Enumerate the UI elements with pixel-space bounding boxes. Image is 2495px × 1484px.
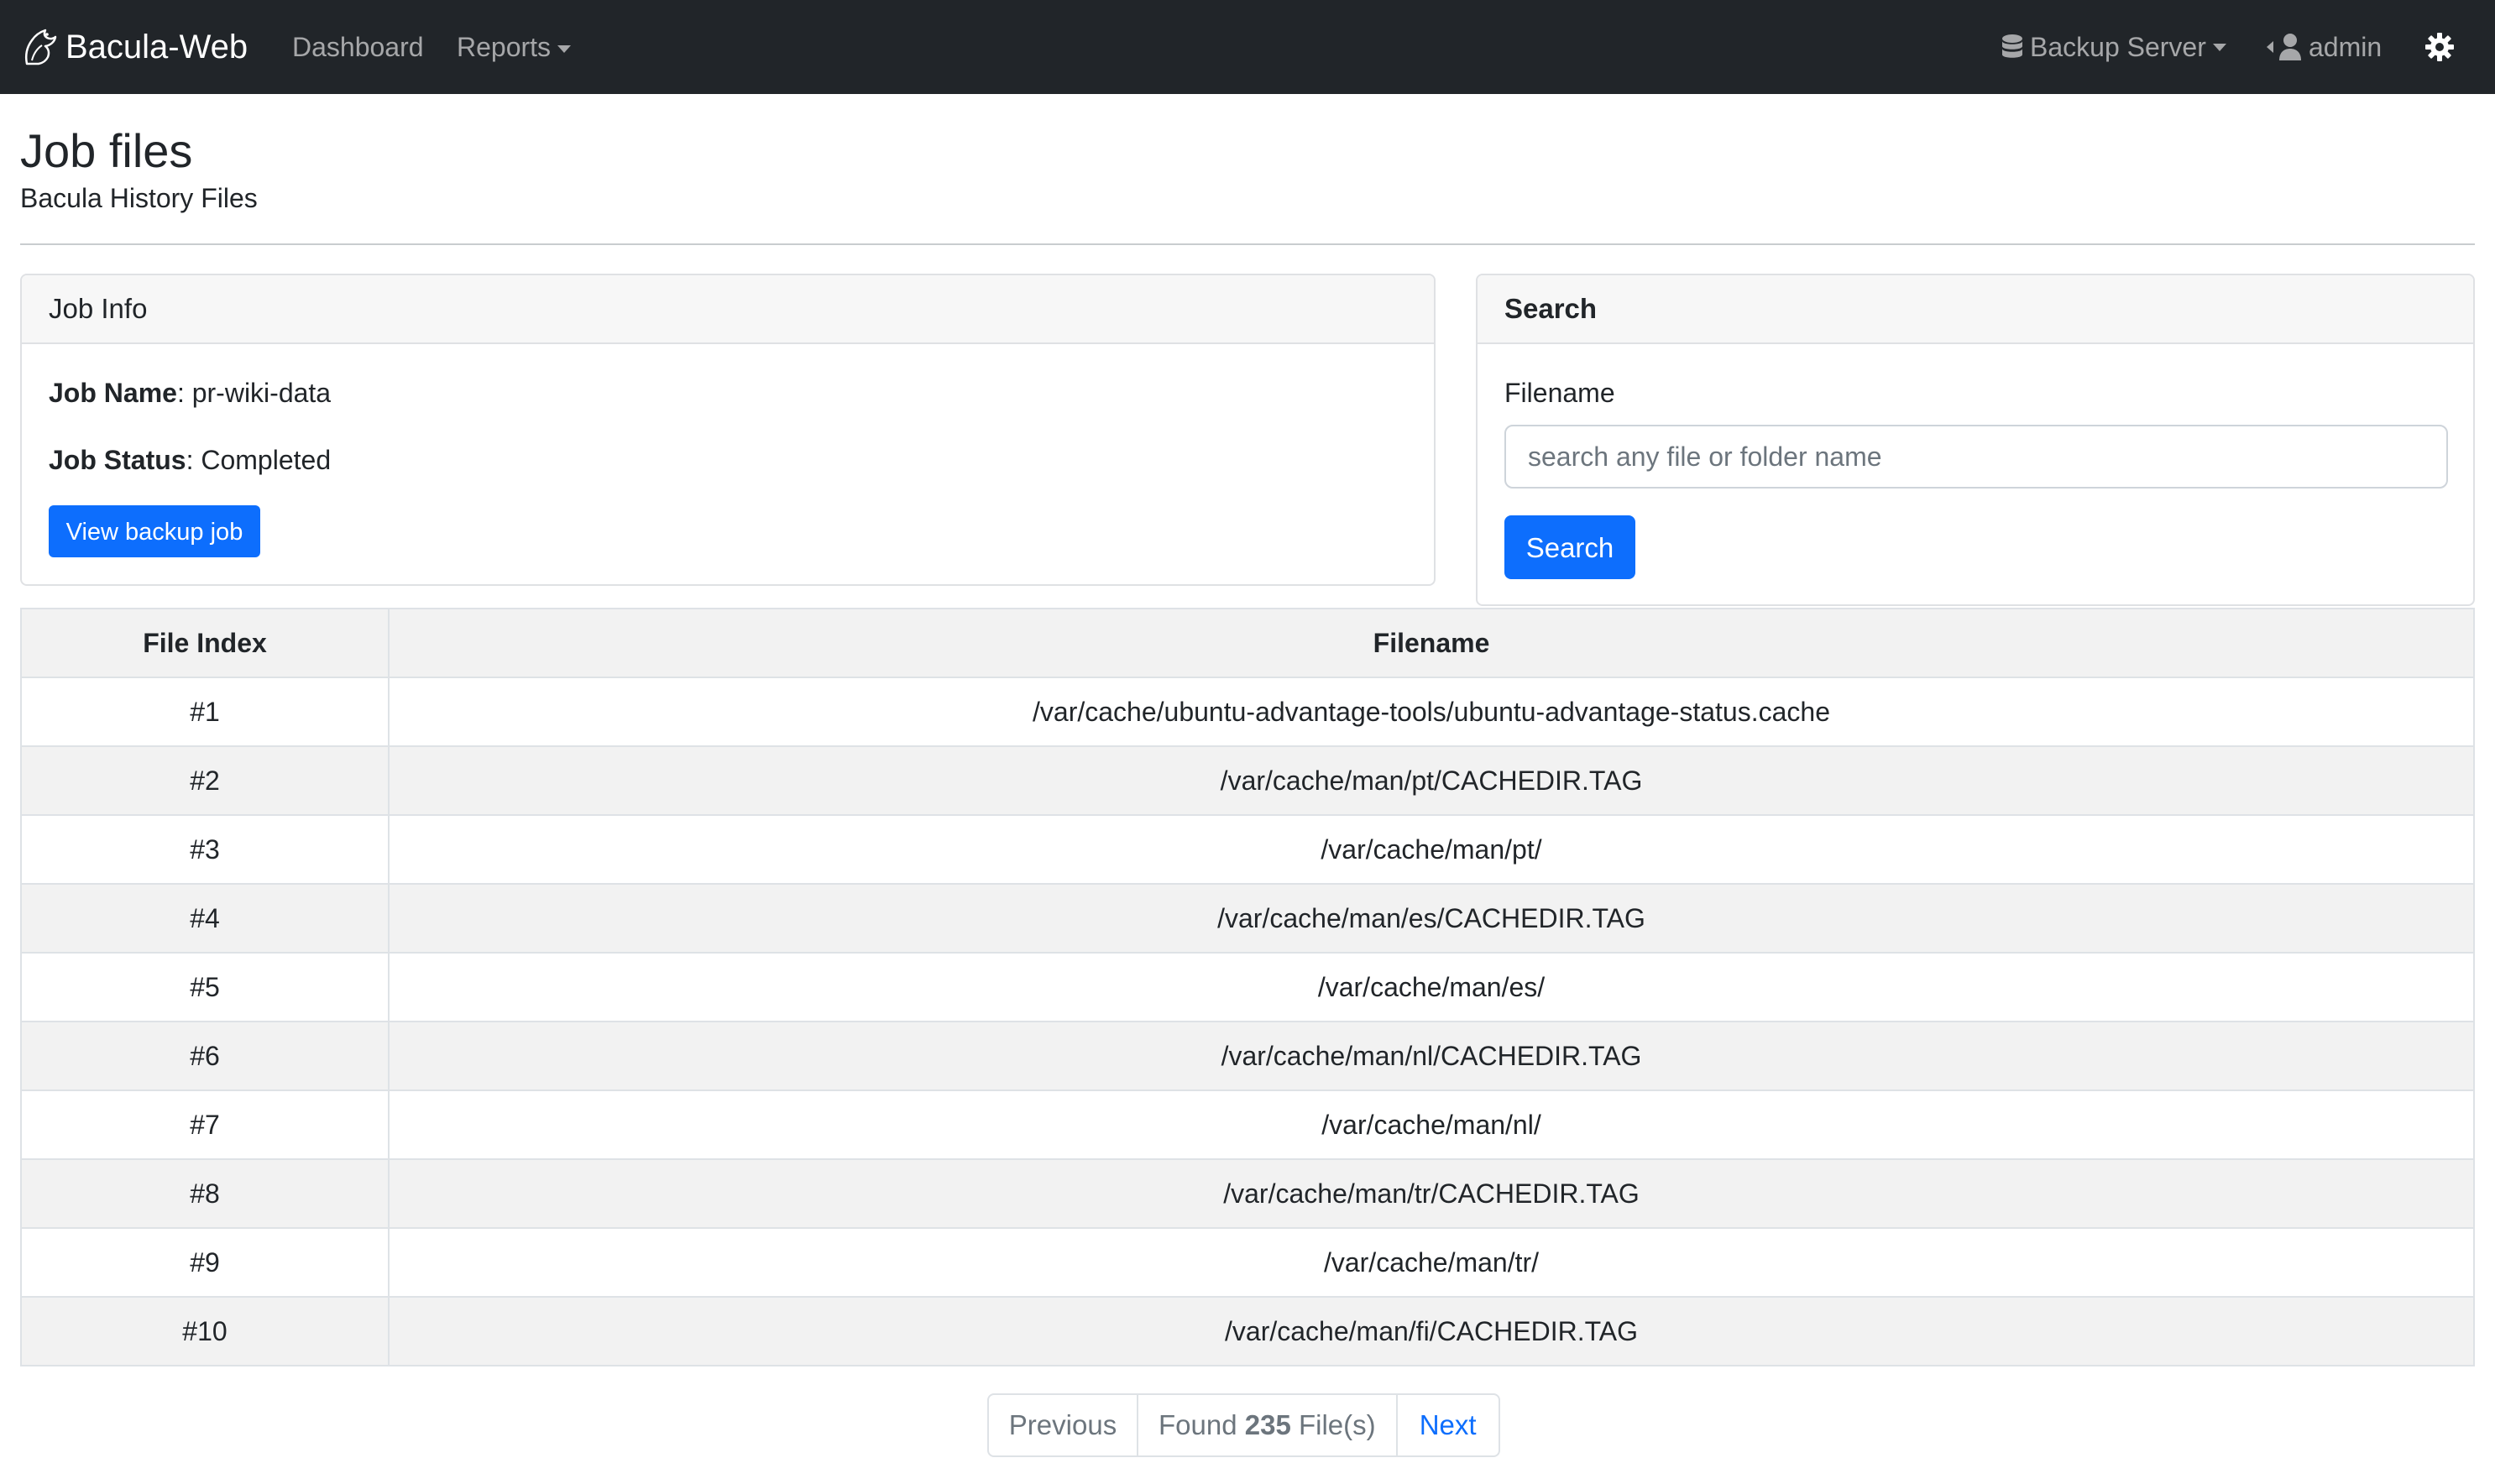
table-row: #9/var/cache/man/tr/: [20, 1227, 2475, 1298]
found-suffix: File(s): [1298, 1409, 1376, 1440]
column-header-filename: Filename: [388, 608, 2475, 678]
filename-cell: /var/cache/man/es/CACHEDIR.TAG: [388, 883, 2475, 954]
filename-label: Filename: [1504, 378, 1615, 408]
brand-link[interactable]: Bacula-Web: [20, 20, 248, 74]
file-index-cell: #2: [20, 745, 390, 816]
table-row: #5/var/cache/man/es/: [20, 952, 2475, 1022]
job-info-card: Job Info Job Name: pr-wiki-data Job Stat…: [20, 274, 1436, 586]
job-name-value: pr-wiki-data: [191, 378, 332, 408]
gear-icon[interactable]: [2424, 32, 2455, 62]
view-backup-job-button[interactable]: View backup job: [49, 505, 260, 557]
table-row: #2/var/cache/man/pt/CACHEDIR.TAG: [20, 745, 2475, 816]
user-icon: [2279, 34, 2301, 60]
previous-page-button[interactable]: Previous: [989, 1395, 1138, 1455]
nav-reports-label: Reports: [457, 32, 552, 62]
table-row: #3/var/cache/man/pt/: [20, 814, 2475, 885]
brand-name: Bacula-Web: [65, 28, 248, 65]
table-row: #4/var/cache/man/es/CACHEDIR.TAG: [20, 883, 2475, 954]
search-card: Search Filename Search: [1476, 274, 2475, 606]
file-index-cell: #3: [20, 814, 390, 885]
job-info-header: Job Info: [22, 275, 1434, 344]
pagination: Previous Found 235 File(s) Next: [987, 1393, 1500, 1457]
job-name-label: Job Name: [49, 378, 177, 408]
table-row: #8/var/cache/man/tr/CACHEDIR.TAG: [20, 1158, 2475, 1229]
database-icon: [2002, 34, 2022, 58]
files-table: File Index Filename #1/var/cache/ubuntu-…: [20, 608, 2475, 1366]
filename-cell: /var/cache/man/pt/CACHEDIR.TAG: [388, 745, 2475, 816]
filename-cell: /var/cache/man/fi/CACHEDIR.TAG: [388, 1296, 2475, 1366]
job-status-line: Job Status: Completed: [49, 445, 332, 475]
file-index-cell: #4: [20, 883, 390, 954]
job-status-value: Completed: [201, 445, 332, 475]
column-header-file-index: File Index: [20, 608, 390, 678]
chevron-down-icon: [2212, 43, 2226, 51]
table-row: #6/var/cache/man/nl/CACHEDIR.TAG: [20, 1021, 2475, 1091]
filename-cell: /var/cache/ubuntu-advantage-tools/ubuntu…: [388, 677, 2475, 747]
backup-server-label: Backup Server: [2030, 32, 2206, 62]
page-subtitle: Bacula History Files: [20, 183, 258, 213]
job-status-label: Job Status: [49, 445, 186, 475]
file-index-cell: #5: [20, 952, 390, 1022]
user-name: admin: [2309, 32, 2383, 62]
filename-cell: /var/cache/man/nl/: [388, 1089, 2475, 1160]
found-prefix: Found: [1159, 1409, 1237, 1440]
file-index-cell: #9: [20, 1227, 390, 1298]
filename-search-input[interactable]: [1504, 425, 2448, 489]
chevron-left-icon: [2267, 41, 2273, 53]
file-index-cell: #1: [20, 677, 390, 747]
page-title: Job files: [20, 124, 193, 177]
search-button[interactable]: Search: [1504, 515, 1635, 579]
next-page-button[interactable]: Next: [1398, 1395, 1499, 1455]
table-header-row: File Index Filename: [20, 608, 2475, 678]
file-index-cell: #10: [20, 1296, 390, 1366]
chevron-down-icon: [557, 45, 572, 54]
table-row: #1/var/cache/ubuntu-advantage-tools/ubun…: [20, 677, 2475, 747]
found-count-text: Found 235 File(s): [1138, 1395, 1398, 1455]
header-divider: [20, 243, 2475, 245]
table-row: #10/var/cache/man/fi/CACHEDIR.TAG: [20, 1296, 2475, 1366]
search-header: Search: [1478, 275, 2473, 344]
filename-cell: /var/cache/man/tr/CACHEDIR.TAG: [388, 1158, 2475, 1229]
filename-cell: /var/cache/man/nl/CACHEDIR.TAG: [388, 1021, 2475, 1091]
filename-cell: /var/cache/man/es/: [388, 952, 2475, 1022]
job-name-line: Job Name: pr-wiki-data: [49, 378, 332, 408]
nav-reports-dropdown[interactable]: Reports: [457, 25, 572, 69]
filename-cell: /var/cache/man/tr/: [388, 1227, 2475, 1298]
user-menu[interactable]: admin: [2267, 25, 2382, 69]
top-navbar: Bacula-Web Dashboard Reports Backup Serv…: [0, 0, 2495, 94]
found-count: 235: [1244, 1409, 1291, 1440]
file-index-cell: #7: [20, 1089, 390, 1160]
table-row: #7/var/cache/man/nl/: [20, 1089, 2475, 1160]
bacula-logo-icon: [25, 29, 57, 65]
backup-server-dropdown[interactable]: Backup Server: [2001, 25, 2226, 69]
file-index-cell: #8: [20, 1158, 390, 1229]
file-index-cell: #6: [20, 1021, 390, 1091]
nav-dashboard[interactable]: Dashboard: [292, 25, 424, 69]
filename-cell: /var/cache/man/pt/: [388, 814, 2475, 885]
